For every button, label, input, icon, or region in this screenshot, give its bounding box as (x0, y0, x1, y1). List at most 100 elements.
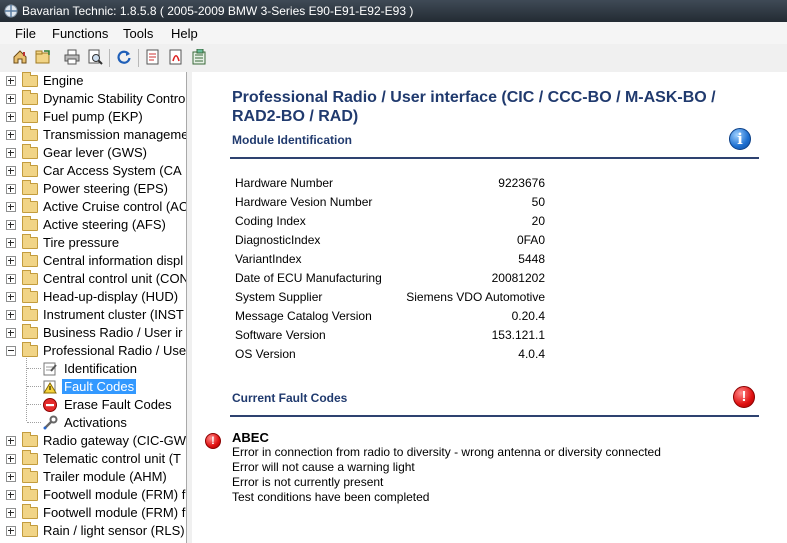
expand-toggle[interactable] (6, 454, 16, 464)
tree-node-label: Instrument cluster (INST (43, 307, 184, 322)
expand-toggle[interactable] (6, 130, 16, 140)
pdf-icon[interactable] (168, 49, 184, 65)
tree-node[interactable]: Rain / light sensor (RLS) (0, 522, 186, 540)
title-bar: Bavarian Technic: 1.8.5.8 ( 2005-2009 BM… (0, 0, 787, 22)
tree-node-label: Gear lever (GWS) (43, 145, 148, 160)
folder-icon (22, 288, 38, 303)
tree-node[interactable]: Gear lever (GWS) (0, 144, 186, 162)
collapse-toggle[interactable] (6, 346, 16, 356)
info-row: DiagnosticIndex 0FA0 (235, 233, 545, 252)
expand-toggle[interactable] (6, 112, 16, 122)
expand-toggle[interactable] (6, 526, 16, 536)
folder-icon (22, 270, 38, 285)
info-label: OS Version (235, 347, 296, 361)
tree-node[interactable]: Tire pressure (0, 234, 186, 252)
fault-error-icon: ! (205, 433, 221, 449)
expand-toggle[interactable] (6, 94, 16, 104)
expand-toggle[interactable] (6, 490, 16, 500)
info-value: 4.0.4 (518, 347, 545, 361)
info-label: VariantIndex (235, 252, 302, 266)
expand-toggle[interactable] (6, 508, 16, 518)
expand-toggle[interactable] (6, 436, 16, 446)
tree-node[interactable]: Trailer module (AHM) (0, 468, 186, 486)
open-folder-icon[interactable] (35, 49, 51, 65)
tree-node[interactable]: Power steering (EPS) (0, 180, 186, 198)
tree-node[interactable]: Footwell module (FRM) f (0, 504, 186, 522)
fault-entry: ABEC Error in connection from radio to d… (232, 430, 661, 505)
expand-toggle[interactable] (6, 148, 16, 158)
menu-tools[interactable]: Tools (123, 26, 153, 41)
tree-node-label: Professional Radio / Use (43, 343, 187, 358)
export-icon[interactable] (191, 49, 207, 65)
tree-node[interactable]: Instrument cluster (INST (0, 306, 186, 324)
expand-toggle[interactable] (6, 274, 16, 284)
refresh-icon[interactable] (116, 49, 132, 65)
tree-node[interactable]: Business Radio / User ir (0, 324, 186, 342)
expand-toggle[interactable] (6, 472, 16, 482)
info-row: Message Catalog Version 0.20.4 (235, 309, 545, 328)
info-row: Hardware Number 9223676 (235, 176, 545, 195)
folder-icon (22, 72, 38, 87)
print-preview-icon[interactable] (87, 49, 103, 65)
tree-node[interactable]: Active steering (AFS) (0, 216, 186, 234)
info-value: 5448 (518, 252, 545, 266)
expand-toggle[interactable] (6, 328, 16, 338)
report-icon[interactable] (145, 49, 161, 65)
info-value: 20081202 (491, 271, 545, 285)
folder-icon (22, 432, 38, 447)
tree-node-expanded[interactable]: Professional Radio / Use (0, 342, 186, 360)
info-row: VariantIndex 5448 (235, 252, 545, 271)
folder-icon (22, 108, 38, 123)
tree-node[interactable]: Dynamic Stability Contro (0, 90, 186, 108)
expand-toggle[interactable] (6, 202, 16, 212)
menu-functions[interactable]: Functions (52, 26, 108, 41)
tree-node[interactable]: Footwell module (FRM) f (0, 486, 186, 504)
expand-toggle[interactable] (6, 292, 16, 302)
info-row: Coding Index 20 (235, 214, 545, 233)
folder-icon (22, 306, 38, 321)
expand-toggle[interactable] (6, 220, 16, 230)
menu-help[interactable]: Help (171, 26, 198, 41)
tree-node-label: Power steering (EPS) (43, 181, 168, 196)
print-icon[interactable] (64, 49, 80, 65)
fault-detail: Error is not currently present (232, 475, 384, 489)
tree-node[interactable]: Car Access System (CA (0, 162, 186, 180)
tree-node-label: Business Radio / User ir (43, 325, 183, 340)
expand-toggle[interactable] (6, 238, 16, 248)
tree-child-activations[interactable]: Activations (0, 414, 186, 432)
tree-node-label: Tire pressure (43, 235, 120, 250)
tree-node[interactable]: Telematic control unit (T (0, 450, 186, 468)
identification-icon (43, 362, 57, 376)
info-label: Hardware Vesion Number (235, 195, 373, 209)
tree-node[interactable]: Active Cruise control (AC (0, 198, 186, 216)
tree-node[interactable]: Central control unit (CON (0, 270, 186, 288)
tree-node-label: Transmission manageme (43, 127, 187, 142)
folder-icon (22, 522, 38, 537)
toolbar (0, 44, 787, 73)
info-row: Date of ECU Manufacturing 20081202 (235, 271, 545, 290)
tree-node[interactable]: Fuel pump (EKP) (0, 108, 186, 126)
expand-toggle[interactable] (6, 166, 16, 176)
tree-child-identification[interactable]: Identification (0, 360, 186, 378)
folder-icon (22, 504, 38, 519)
tree-node[interactable]: Radio gateway (CIC-GW (0, 432, 186, 450)
home-icon[interactable] (12, 49, 28, 65)
folder-icon (22, 468, 38, 483)
fault-detail: Test conditions have been completed (232, 490, 430, 504)
menu-file[interactable]: File (15, 26, 36, 41)
tree-node[interactable]: Head-up-display (HUD) (0, 288, 186, 306)
module-tree: Engine Dynamic Stability Contro Fuel pum… (0, 72, 187, 543)
info-label: Message Catalog Version (235, 309, 372, 323)
folder-icon (22, 180, 38, 195)
expand-toggle[interactable] (6, 76, 16, 86)
expand-toggle[interactable] (6, 184, 16, 194)
tree-node[interactable]: Central information displ (0, 252, 186, 270)
expand-toggle[interactable] (6, 256, 16, 266)
expand-toggle[interactable] (6, 310, 16, 320)
tree-child-erase-fault-codes[interactable]: Erase Fault Codes (0, 396, 186, 414)
info-value: 0.20.4 (511, 309, 545, 323)
tree-child-fault-codes[interactable]: Fault Codes (0, 378, 186, 396)
tree-node[interactable]: Transmission manageme (0, 126, 186, 144)
info-label: DiagnosticIndex (235, 233, 321, 247)
tree-node[interactable]: Engine (0, 72, 186, 90)
